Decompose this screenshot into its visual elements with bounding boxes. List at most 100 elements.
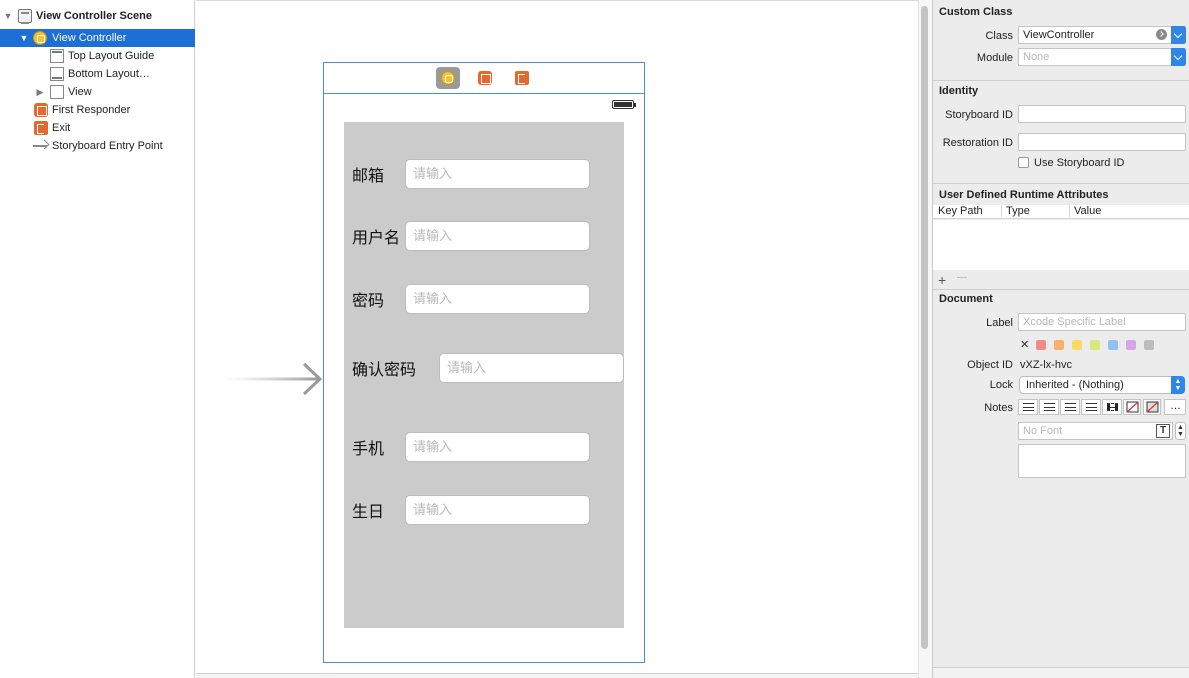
view-controller-scene[interactable]: 邮箱 用户名 密码 确认密码 手机 生日 bbox=[323, 62, 645, 663]
outline-item-label: Top Layout Guide bbox=[68, 50, 155, 62]
label-color-blue-swatch[interactable] bbox=[1108, 340, 1118, 350]
label-color-orange-swatch[interactable] bbox=[1054, 340, 1064, 350]
label-color-purple-swatch[interactable] bbox=[1126, 340, 1136, 350]
email-label: 邮箱 bbox=[352, 166, 385, 185]
more-options-button[interactable]: … bbox=[1164, 399, 1186, 415]
password-label: 密码 bbox=[352, 291, 385, 310]
outline-item-exit[interactable]: Exit bbox=[0, 119, 195, 137]
align-right-icon[interactable] bbox=[1060, 399, 1080, 415]
outline-item-label: First Responder bbox=[52, 104, 131, 116]
confirm-password-field[interactable] bbox=[439, 353, 624, 383]
label-color-green-swatch[interactable] bbox=[1090, 340, 1100, 350]
scene-icon bbox=[18, 9, 32, 24]
no-background-color-icon[interactable] bbox=[1143, 399, 1161, 415]
storyboard-id-field[interactable] bbox=[1018, 105, 1186, 123]
divider bbox=[933, 289, 1189, 290]
lock-label: Lock bbox=[989, 379, 1013, 391]
outline-item-view[interactable]: ▶ View bbox=[0, 83, 195, 101]
battery-icon bbox=[612, 100, 636, 109]
align-justify-icon[interactable] bbox=[1081, 399, 1101, 415]
disclosure-triangle-icon[interactable]: ▼ bbox=[19, 29, 29, 47]
lock-value: Inherited - (Nothing) bbox=[1026, 379, 1124, 391]
phone-label: 手机 bbox=[352, 439, 385, 458]
runtime-attributes-table[interactable] bbox=[933, 220, 1189, 270]
add-attribute-button[interactable]: + bbox=[938, 272, 946, 288]
email-field[interactable] bbox=[405, 159, 590, 189]
document-outline: ▼ View Controller Scene ▼ View Controlle… bbox=[0, 0, 195, 678]
outline-item-label: View Controller bbox=[52, 32, 127, 44]
notes-label: Notes bbox=[984, 402, 1013, 414]
restoration-id-label: Restoration ID bbox=[942, 137, 1013, 149]
align-center-icon[interactable] bbox=[1039, 399, 1059, 415]
view-controller-icon[interactable] bbox=[436, 67, 460, 89]
restoration-id-field[interactable] bbox=[1018, 133, 1186, 151]
popup-arrows-icon: ▲ ▼ bbox=[1171, 376, 1185, 394]
outline-item-bottom-layout-guide[interactable]: Bottom Layout… bbox=[0, 65, 195, 83]
view-controller-icon bbox=[33, 31, 47, 45]
section-title-document: Document bbox=[939, 293, 993, 305]
birthday-label: 生日 bbox=[352, 502, 385, 521]
column-header-value[interactable]: Value bbox=[1069, 205, 1101, 217]
layout-guide-icon bbox=[50, 49, 64, 63]
font-field[interactable]: No Font T bbox=[1018, 422, 1173, 440]
no-text-color-icon[interactable] bbox=[1123, 399, 1141, 415]
go-to-class-icon[interactable] bbox=[1156, 29, 1167, 40]
outline-item-top-layout-guide[interactable]: Top Layout Guide bbox=[0, 47, 195, 65]
password-field[interactable] bbox=[405, 284, 590, 314]
outline-item-storyboard-entry-point[interactable]: Storyboard Entry Point bbox=[0, 137, 195, 155]
class-value: ViewController bbox=[1023, 29, 1095, 41]
chevron-down-icon[interactable] bbox=[1171, 48, 1186, 66]
font-picker-icon[interactable]: T bbox=[1156, 424, 1170, 438]
first-responder-icon[interactable] bbox=[473, 67, 497, 89]
storyboard-entry-arrow-icon[interactable] bbox=[226, 362, 324, 396]
outline-item-label: Exit bbox=[52, 122, 71, 134]
use-storyboard-id-checkbox[interactable] bbox=[1018, 157, 1029, 168]
outline-item-label: Bottom Layout… bbox=[68, 68, 150, 80]
view-icon bbox=[50, 85, 64, 99]
label-color-red-swatch[interactable] bbox=[1036, 340, 1046, 350]
column-header-type[interactable]: Type bbox=[1001, 205, 1030, 217]
outline-item-view-controller[interactable]: ▼ View Controller bbox=[0, 29, 195, 47]
column-header-key-path[interactable]: Key Path bbox=[938, 205, 983, 217]
exit-icon[interactable] bbox=[510, 67, 534, 89]
label-color-yellow-swatch[interactable] bbox=[1072, 340, 1082, 350]
module-placeholder: None bbox=[1023, 51, 1050, 63]
font-size-stepper[interactable]: ▲ ▼ bbox=[1175, 422, 1186, 440]
lock-popup-button[interactable]: Inherited - (Nothing) ▲ ▼ bbox=[1019, 376, 1185, 394]
object-id-value: vXZ-lx-hvc bbox=[1020, 359, 1072, 371]
layout-guide-icon bbox=[50, 67, 64, 81]
outline-item-label: Storyboard Entry Point bbox=[52, 140, 163, 152]
disclosure-triangle-icon[interactable]: ▶ bbox=[35, 83, 45, 101]
form-view[interactable]: 邮箱 用户名 密码 确认密码 手机 生日 bbox=[344, 122, 624, 628]
first-responder-icon bbox=[34, 103, 48, 117]
exit-icon bbox=[34, 121, 48, 135]
section-title-runtime-attributes: User Defined Runtime Attributes bbox=[939, 189, 1109, 201]
module-combo-box[interactable]: None bbox=[1018, 48, 1186, 66]
scene-dock bbox=[324, 63, 644, 94]
label-color-gray-swatch[interactable] bbox=[1144, 340, 1154, 350]
xcode-label-field[interactable]: Xcode Specific Label bbox=[1018, 313, 1186, 331]
outline-item-first-responder[interactable]: First Responder bbox=[0, 101, 195, 119]
entry-point-arrow-icon bbox=[33, 145, 47, 147]
notes-text-area[interactable] bbox=[1018, 444, 1186, 478]
birthday-field[interactable] bbox=[405, 495, 590, 525]
divider bbox=[933, 183, 1189, 184]
module-label: Module bbox=[976, 52, 1013, 64]
divider bbox=[933, 80, 1189, 81]
disclosure-triangle-icon[interactable]: ▼ bbox=[3, 7, 13, 25]
align-natural-icon[interactable] bbox=[1102, 399, 1122, 415]
runtime-attributes-table-header: Key Path Type Value bbox=[933, 205, 1189, 219]
align-left-icon[interactable] bbox=[1018, 399, 1038, 415]
use-storyboard-id-label: Use Storyboard ID bbox=[1034, 157, 1125, 169]
chevron-down-icon[interactable] bbox=[1171, 26, 1186, 44]
remove-attribute-button[interactable]: — bbox=[957, 272, 967, 283]
section-title-custom-class: Custom Class bbox=[939, 6, 1013, 18]
scrollbar-thumb[interactable] bbox=[921, 6, 928, 649]
library-bar bbox=[933, 667, 1189, 678]
class-combo-box[interactable]: ViewController bbox=[1018, 26, 1186, 44]
document-label-label: Label bbox=[986, 317, 1013, 329]
phone-field[interactable] bbox=[405, 432, 590, 462]
clear-label-color-icon[interactable]: ✕ bbox=[1020, 338, 1029, 351]
username-field[interactable] bbox=[405, 221, 590, 251]
outline-item-view-controller-scene[interactable]: ▼ View Controller Scene bbox=[0, 7, 195, 25]
